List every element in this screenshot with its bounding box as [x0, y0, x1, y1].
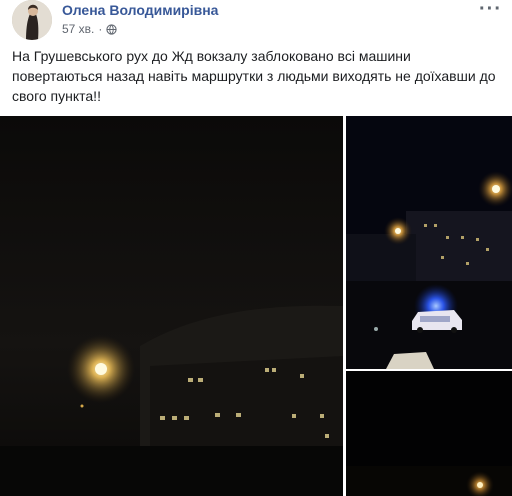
post-meta: 57 хв. ·	[62, 22, 118, 36]
avatar-image	[12, 0, 52, 40]
photo-police-car[interactable]	[346, 116, 512, 369]
facebook-post: Олена Володимирівна 57 хв. · ··· На Груш…	[0, 0, 512, 496]
globe-icon	[106, 23, 118, 35]
photo-dark-street[interactable]	[346, 371, 512, 496]
post-text: На Грушевського рух до Жд вокзалу заблок…	[12, 48, 496, 104]
meta-separator: ·	[98, 22, 103, 36]
post-timestamp[interactable]: 57 хв.	[62, 22, 94, 36]
author-avatar[interactable]	[12, 0, 52, 40]
photo-night-street[interactable]	[0, 116, 343, 496]
author-name[interactable]: Олена Володимирівна	[62, 2, 218, 18]
more-options-icon[interactable]: ···	[479, 0, 502, 19]
